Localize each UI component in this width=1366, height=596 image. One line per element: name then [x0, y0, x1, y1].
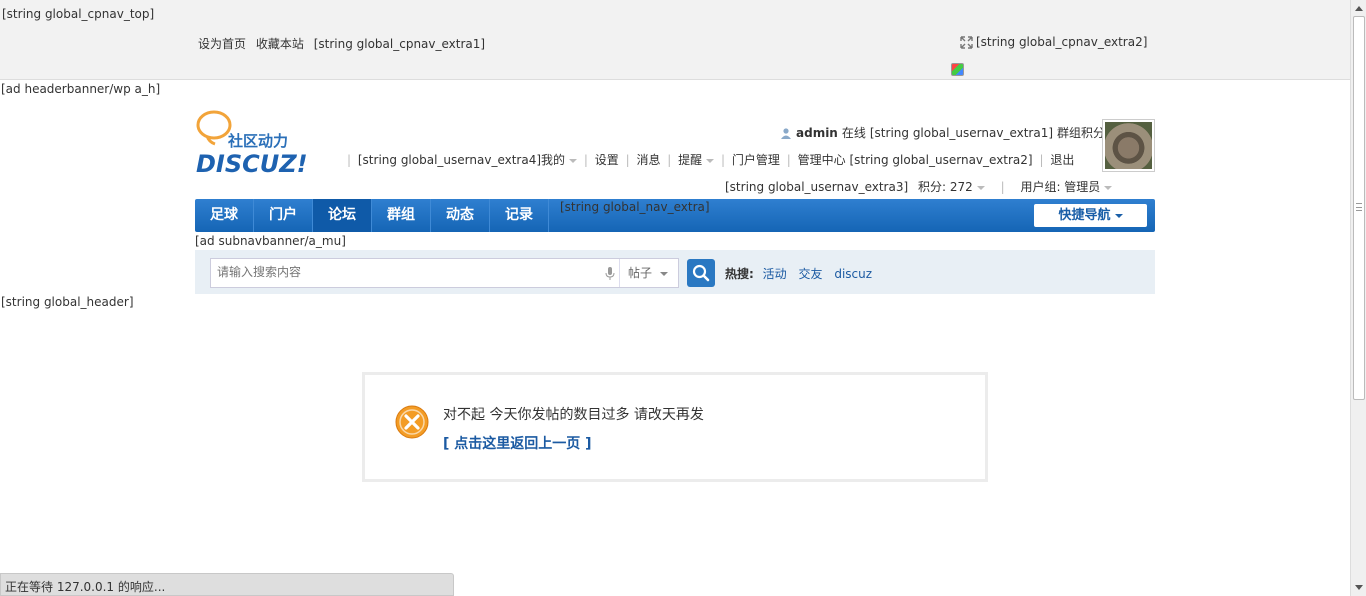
error-icon — [395, 405, 429, 439]
scrollbar-thumb[interactable] — [1353, 16, 1365, 400]
nav-item-feed[interactable]: 动态 — [431, 199, 490, 232]
top-bar: [string global_cpnav_top] 设为首页 收藏本站 [str… — [0, 0, 1350, 80]
error-message-text: 对不起 今天你发帖的数目过多 请改天再发 — [443, 407, 704, 423]
online-status[interactable]: 在线 — [842, 124, 866, 141]
reminders-menu[interactable]: 提醒 — [678, 153, 715, 167]
usernav-extra2: [string global_usernav_extra2] — [849, 153, 1033, 167]
search-type-select[interactable]: 帖子 — [619, 259, 679, 287]
grip-icon — [1356, 203, 1362, 211]
divider: | — [347, 153, 352, 167]
cpnav-extra1: [string global_cpnav_extra1] — [313, 37, 486, 51]
back-link[interactable]: [ 点击这里返回上一页 ] — [443, 433, 592, 453]
usergroup-menu[interactable]: 用户组: 管理员 — [1020, 180, 1113, 194]
user-stats-line: [string global_usernav_extra3] 积分: 272 |… — [725, 178, 1113, 195]
user-icon — [781, 127, 791, 139]
usergroup-label: 用户组: 管理员 — [1020, 180, 1101, 194]
chevron-down-icon — [1104, 185, 1113, 190]
hot-search-link[interactable]: discuz — [834, 267, 872, 281]
divider: | — [721, 153, 726, 167]
discuz-logo[interactable]: 社区动力 DISCUZ! — [195, 108, 335, 178]
subnavbanner-ad: [ad subnavbanner/a_mu] — [195, 234, 346, 248]
headerbanner-ad: [ad headerbanner/wp a_h] — [1, 82, 161, 96]
my-menu-label: [string global_usernav_extra4]我的 — [357, 153, 566, 167]
set-homepage-link[interactable]: 设为首页 — [198, 37, 246, 51]
user-info-line: admin 在线 [string global_usernav_extra1] … — [780, 124, 1118, 141]
usernav-extra1: [string global_usernav_extra1] — [869, 125, 1054, 140]
portal-admin-link[interactable]: 门户管理 — [732, 153, 780, 167]
scroll-down-icon[interactable] — [1355, 585, 1363, 590]
fullscreen-icon[interactable] — [960, 35, 973, 49]
cpnav-extra2[interactable]: [string global_cpnav_extra2] — [960, 35, 1147, 49]
avatar[interactable] — [1102, 119, 1155, 172]
top-links: 设为首页 收藏本站 [string global_cpnav_extra1] — [198, 35, 491, 52]
nav-item-football[interactable]: 足球 — [195, 199, 254, 232]
divider: | — [1039, 153, 1044, 167]
username-link[interactable]: admin — [796, 126, 838, 140]
search-button[interactable] — [687, 259, 715, 287]
search-icon — [692, 264, 710, 282]
divider: | — [667, 153, 672, 167]
messages-link[interactable]: 消息 — [636, 153, 660, 167]
nav-item-portal[interactable]: 门户 — [254, 199, 313, 232]
divider: | — [786, 153, 791, 167]
search-box: 帖子 — [210, 258, 679, 288]
chevron-down-icon — [976, 185, 985, 190]
cpnav-top-label: [string global_cpnav_top] — [2, 7, 155, 21]
nav-extra: [string global_nav_extra] — [560, 200, 710, 214]
chevron-down-icon — [660, 271, 669, 276]
logout-link[interactable]: 退出 — [1050, 153, 1074, 167]
nav-item-forum[interactable]: 论坛 — [313, 199, 372, 232]
cpnav-extra2-label: [string global_cpnav_extra2] — [976, 35, 1148, 49]
scroll-up-icon[interactable] — [1355, 6, 1363, 11]
search-bar: 帖子 热搜: 活动 交友 discuz — [195, 250, 1155, 294]
divider: | — [625, 153, 630, 167]
logo-graphic: 社区动力 DISCUZ! — [196, 110, 308, 178]
quick-nav-label: 快捷导航 — [1058, 208, 1111, 223]
divider: | — [583, 153, 588, 167]
settings-link[interactable]: 设置 — [595, 153, 619, 167]
group-points-label: 群组积分 — [1057, 126, 1106, 140]
bookmark-site-link[interactable]: 收藏本站 — [256, 37, 304, 51]
divider: | — [1000, 180, 1005, 194]
error-message-box: 对不起 今天你发帖的数目过多 请改天再发 [ 点击这里返回上一页 ] — [362, 372, 988, 482]
chevron-down-icon — [1114, 213, 1123, 218]
style-switch-icon[interactable] — [951, 63, 964, 76]
hot-search-link[interactable]: 活动 — [763, 267, 787, 281]
hot-search-label: 热搜: — [725, 267, 754, 281]
my-menu[interactable]: [string global_usernav_extra4]我的 — [357, 153, 578, 167]
chevron-down-icon — [569, 158, 578, 163]
logo-en-text: DISCUZ! — [196, 150, 308, 178]
avatar-image — [1105, 122, 1152, 169]
main-nav: 足球 门户 论坛 群组 动态 记录 [string global_nav_ext… — [195, 199, 1155, 232]
global-header-label: [string global_header] — [1, 295, 134, 309]
chevron-down-icon — [706, 158, 715, 163]
search-input[interactable] — [217, 265, 597, 279]
browser-status-bar: 正在等待 127.0.0.1 的响应... — [0, 573, 454, 596]
microphone-icon[interactable] — [605, 267, 615, 281]
hot-search-link[interactable]: 交友 — [798, 267, 822, 281]
logo-cn-text: 社区动力 — [227, 132, 288, 150]
hot-searches: 热搜: 活动 交友 discuz — [725, 265, 880, 282]
search-type-label: 帖子 — [628, 266, 653, 280]
usernav-extra3: [string global_usernav_extra3] — [725, 180, 909, 194]
points-label: 积分: 272 — [917, 180, 973, 194]
nav-item-group[interactable]: 群组 — [372, 199, 431, 232]
quick-nav-button[interactable]: 快捷导航 — [1034, 204, 1147, 227]
points-menu[interactable]: 积分: 272 — [918, 180, 985, 194]
user-nav-line: | [string global_usernav_extra4]我的 | 设置 … — [344, 151, 1074, 168]
vertical-scrollbar[interactable] — [1350, 0, 1366, 596]
reminders-label: 提醒 — [678, 153, 703, 167]
admin-center-link[interactable]: 管理中心 — [798, 153, 846, 167]
nav-item-records[interactable]: 记录 — [490, 199, 549, 232]
